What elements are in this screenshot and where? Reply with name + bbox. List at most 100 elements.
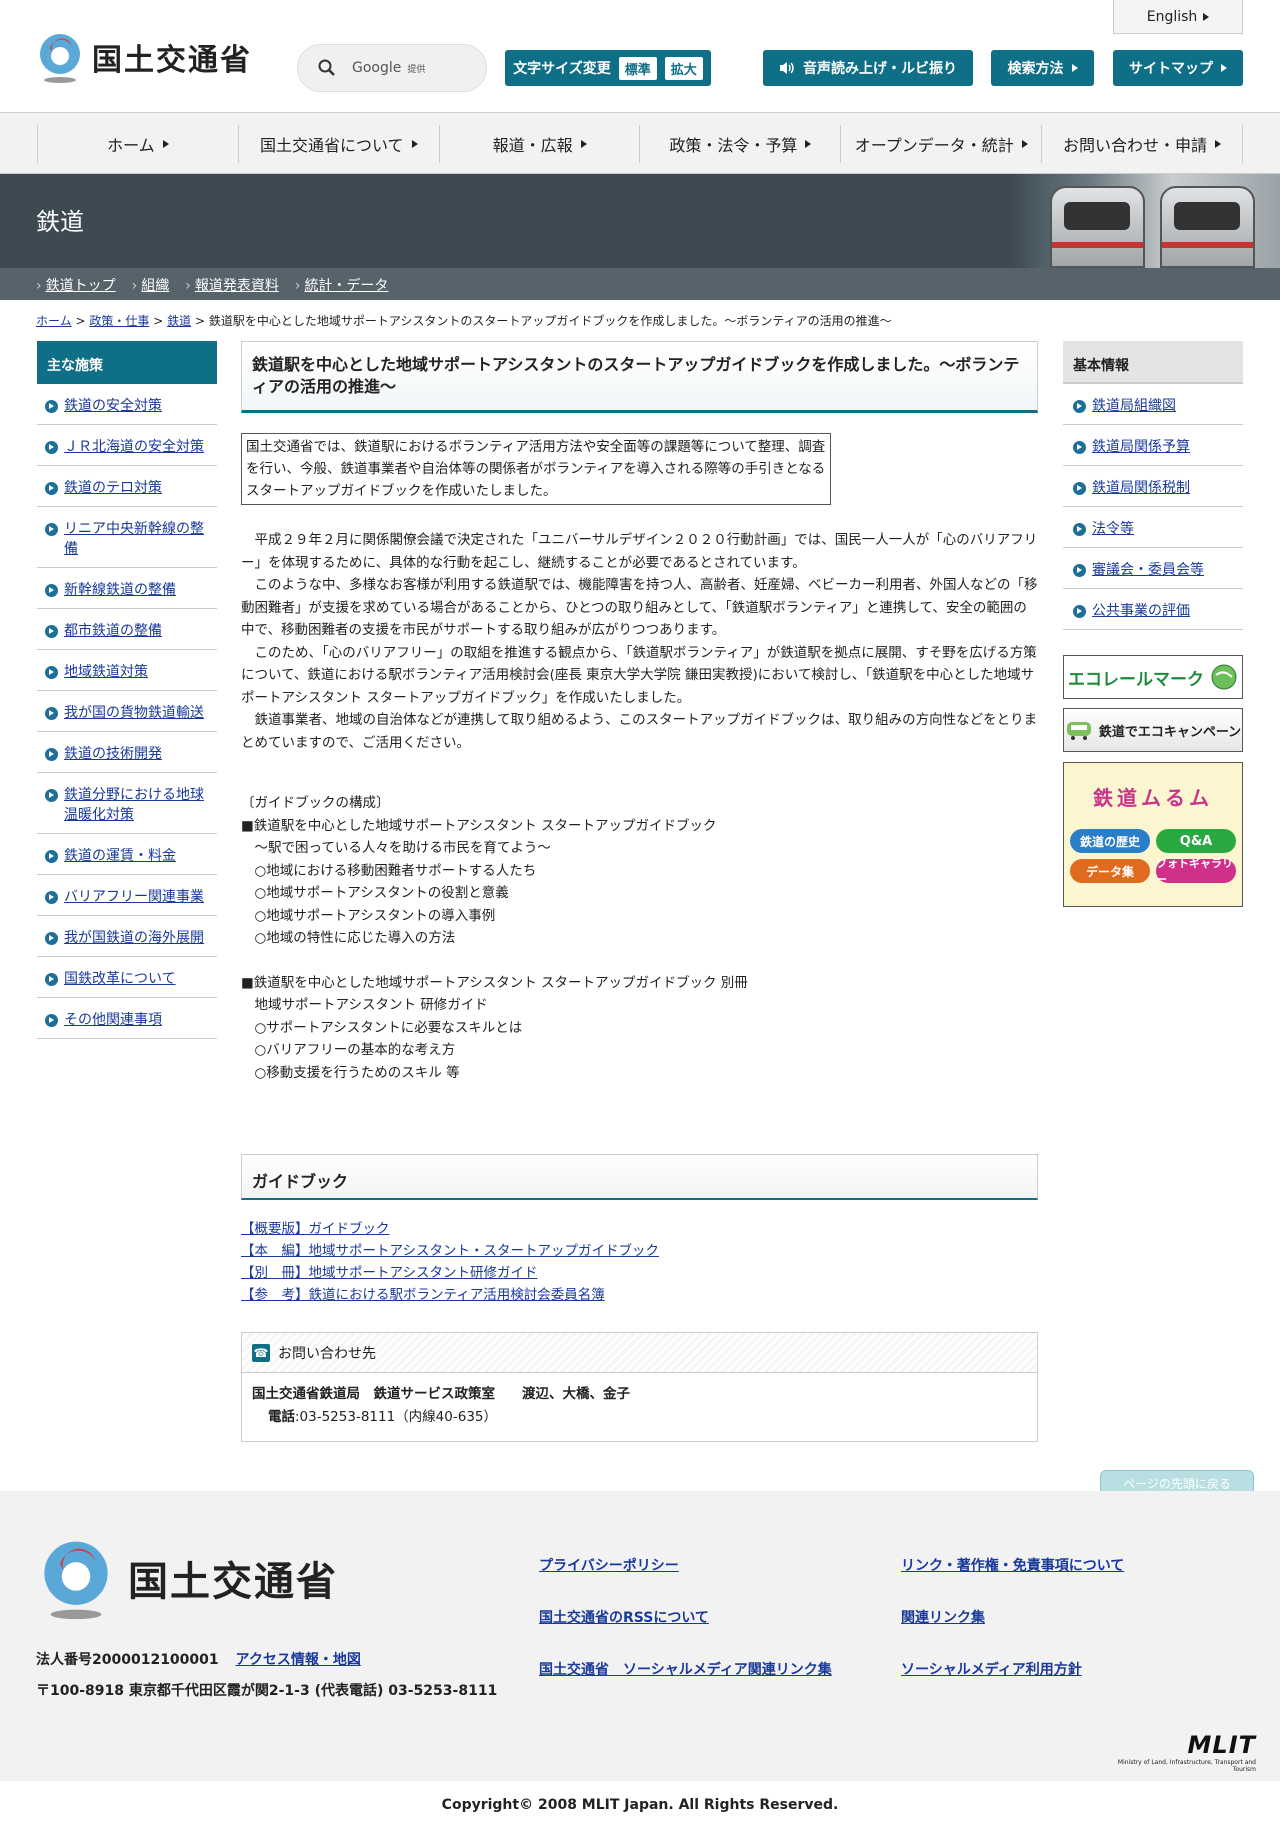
left-nav-link[interactable]: その他関連事項 bbox=[64, 1010, 162, 1030]
guidebook-link[interactable]: 【本 編】地域サポートアシスタント・スタートアップガイドブック bbox=[241, 1240, 1038, 1262]
right-nav-item[interactable]: 審議会・委員会等 bbox=[1063, 548, 1243, 589]
toc-line bbox=[241, 950, 1038, 972]
left-nav-link[interactable]: 新幹線鉄道の整備 bbox=[64, 580, 176, 600]
breadcrumb-home[interactable]: ホーム bbox=[36, 314, 72, 328]
subnav-statistics[interactable]: 統計・データ bbox=[304, 278, 388, 294]
footer-logo[interactable]: 国土交通省 bbox=[38, 1535, 338, 1621]
left-nav-link[interactable]: 鉄道の運賃・料金 bbox=[64, 846, 176, 866]
left-nav-item[interactable]: 鉄道の運賃・料金 bbox=[37, 834, 217, 875]
right-nav-link[interactable]: 法令等 bbox=[1092, 519, 1134, 539]
left-nav-item[interactable]: 地域鉄道対策 bbox=[37, 650, 217, 691]
social-links-link[interactable]: 国土交通省 ソーシャルメディア関連リンク集 bbox=[539, 1662, 832, 1678]
subnav-press[interactable]: 報道発表資料 bbox=[195, 278, 279, 294]
voice-button[interactable]: 音声読み上げ・ルビ振り bbox=[763, 50, 973, 86]
left-nav-link[interactable]: ＪＲ北海道の安全対策 bbox=[64, 437, 204, 457]
search-icon[interactable] bbox=[318, 59, 336, 77]
left-nav-item[interactable]: その他関連事項 bbox=[37, 998, 217, 1039]
toc-line: ○移動支援を行うためのスキル 等 bbox=[241, 1064, 460, 1081]
gnav-about[interactable]: 国土交通省について bbox=[237, 125, 439, 163]
museum-data-button[interactable]: データ集 bbox=[1070, 859, 1150, 883]
gnav-opendata[interactable]: オープンデータ・統計 bbox=[840, 125, 1041, 163]
left-nav-link[interactable]: 鉄道分野における地球温暖化対策 bbox=[64, 785, 209, 825]
right-nav-link[interactable]: 公共事業の評価 bbox=[1092, 601, 1190, 621]
english-button[interactable]: English bbox=[1113, 0, 1243, 34]
left-nav-link[interactable]: リニア中央新幹線の整備 bbox=[64, 519, 209, 559]
right-nav-link[interactable]: 審議会・委員会等 bbox=[1092, 560, 1204, 580]
museum-gallery-button[interactable]: フォトギャラリー bbox=[1156, 857, 1236, 886]
left-nav-link[interactable]: 鉄道のテロ対策 bbox=[64, 478, 162, 498]
eco-campaign-banner[interactable]: 鉄道でエコキャンペーン bbox=[1063, 708, 1243, 752]
gnav-press[interactable]: 報道・広報 bbox=[438, 125, 640, 163]
related-links-link[interactable]: 関連リンク集 bbox=[901, 1610, 985, 1626]
left-nav-link[interactable]: 鉄道の技術開発 bbox=[64, 744, 162, 764]
left-nav-link[interactable]: 我が国の貨物鉄道輸送 bbox=[64, 703, 204, 723]
right-nav-link[interactable]: 鉄道局組織図 bbox=[1092, 396, 1176, 416]
social-policy-link[interactable]: ソーシャルメディア利用方針 bbox=[901, 1662, 1082, 1678]
left-nav-item[interactable]: 鉄道の技術開発 bbox=[37, 732, 217, 773]
right-nav-item[interactable]: 公共事業の評価 bbox=[1063, 589, 1243, 630]
site-logo[interactable]: 国土交通省 bbox=[36, 30, 252, 84]
left-nav-item[interactable]: 鉄道の安全対策 bbox=[37, 384, 217, 425]
font-large-button[interactable]: 拡大 bbox=[664, 56, 703, 80]
copyright-policy-link[interactable]: リンク・著作権・免責事項について bbox=[901, 1558, 1124, 1574]
access-link[interactable]: アクセス情報・地図 bbox=[236, 1652, 361, 1668]
rss-link[interactable]: 国土交通省のRSSについて bbox=[539, 1610, 709, 1626]
contact-tel-label: 電話 bbox=[268, 1409, 295, 1425]
left-nav-link[interactable]: 国鉄改革について bbox=[64, 969, 176, 989]
subnav-organization[interactable]: 組織 bbox=[141, 278, 169, 294]
left-nav-item[interactable]: ＪＲ北海道の安全対策 bbox=[37, 425, 217, 466]
gnav-contact[interactable]: お問い合わせ・申請 bbox=[1041, 125, 1243, 163]
left-nav-item[interactable]: 国鉄改革について bbox=[37, 957, 217, 998]
right-nav-item[interactable]: 鉄道局関係税制 bbox=[1063, 466, 1243, 507]
mlit-logo-icon bbox=[40, 34, 80, 83]
right-nav-item[interactable]: 鉄道局組織図 bbox=[1063, 384, 1243, 425]
museum-history-button[interactable]: 鉄道の歴史 bbox=[1070, 829, 1150, 853]
subnav-rail-top[interactable]: 鉄道トップ bbox=[46, 278, 116, 294]
museum-qa-button[interactable]: Q&A bbox=[1156, 829, 1236, 853]
left-nav-link[interactable]: 都市鉄道の整備 bbox=[64, 621, 162, 641]
left-nav-item[interactable]: バリアフリー関連事業 bbox=[37, 875, 217, 916]
guidebook-link[interactable]: 【概要版】ガイドブック bbox=[241, 1218, 1038, 1240]
breadcrumb-rail[interactable]: 鉄道 bbox=[167, 314, 191, 328]
toc-line: ～駅で困っている人々を助ける市民を育てよう～ bbox=[241, 840, 551, 856]
left-nav-heading: 主な施策 bbox=[37, 341, 217, 384]
search-method-button[interactable]: 検索方法 bbox=[991, 50, 1094, 86]
museum-banner[interactable]: 鉄道ムるム 鉄道の歴史 Q&A データ集 フォトギャラリー bbox=[1063, 762, 1243, 907]
font-standard-button[interactable]: 標準 bbox=[618, 56, 657, 80]
right-nav-item[interactable]: 鉄道局関係予算 bbox=[1063, 425, 1243, 466]
left-nav-item[interactable]: 我が国の貨物鉄道輸送 bbox=[37, 691, 217, 732]
footer-corp-info: 法人番号2000012100001 アクセス情報・地図 bbox=[36, 1649, 361, 1669]
right-nav-link[interactable]: 鉄道局関係税制 bbox=[1092, 478, 1190, 498]
left-nav-item[interactable]: 鉄道のテロ対策 bbox=[37, 466, 217, 507]
right-nav-link[interactable]: 鉄道局関係予算 bbox=[1092, 437, 1190, 457]
gnav-label: オープンデータ・統計 bbox=[854, 136, 1014, 155]
privacy-link[interactable]: プライバシーポリシー bbox=[539, 1558, 679, 1574]
sitemap-button[interactable]: サイトマップ bbox=[1113, 50, 1243, 86]
breadcrumb-policy[interactable]: 政策・仕事 bbox=[89, 314, 149, 328]
left-nav-link[interactable]: バリアフリー関連事業 bbox=[64, 887, 204, 907]
left-nav-link[interactable]: 地域鉄道対策 bbox=[64, 662, 148, 682]
circle-arrow-icon bbox=[45, 707, 58, 720]
eco-rail-banner[interactable]: エコレールマーク bbox=[1063, 655, 1243, 699]
left-nav-item[interactable]: 新幹線鉄道の整備 bbox=[37, 568, 217, 609]
triangle-right-icon bbox=[162, 140, 169, 148]
footer-address: 〒100-8918 東京都千代田区霞が関2-1-3 (代表電話) 03-5253… bbox=[36, 1683, 498, 1699]
left-nav-item[interactable]: リニア中央新幹線の整備 bbox=[37, 507, 217, 568]
right-nav-item[interactable]: 法令等 bbox=[1063, 507, 1243, 548]
guidebook-link[interactable]: 【別 冊】地域サポートアシスタント研修ガイド bbox=[241, 1262, 1038, 1284]
circle-arrow-icon bbox=[1073, 523, 1086, 536]
guidebook-link[interactable]: 【参 考】鉄道における駅ボランティア活用検討会委員名簿 bbox=[241, 1284, 1038, 1306]
breadcrumb-current: 鉄道駅を中心とした地域サポートアシスタントのスタートアップガイドブックを作成しま… bbox=[208, 314, 892, 328]
left-nav-item[interactable]: 鉄道分野における地球温暖化対策 bbox=[37, 773, 217, 834]
left-nav-link[interactable]: 鉄道の安全対策 bbox=[64, 396, 162, 416]
left-nav-item[interactable]: 我が国鉄道の海外展開 bbox=[37, 916, 217, 957]
left-nav-link[interactable]: 我が国鉄道の海外展開 bbox=[64, 928, 204, 948]
circle-arrow-icon bbox=[45, 584, 58, 597]
left-nav-item[interactable]: 都市鉄道の整備 bbox=[37, 609, 217, 650]
gnav-home[interactable]: ホーム bbox=[37, 125, 238, 163]
search-box[interactable]: Google 提供 bbox=[297, 44, 487, 92]
page-top-label: ページの先頭に戻る bbox=[1123, 1476, 1231, 1491]
speaker-icon bbox=[780, 62, 794, 74]
gnav-policy[interactable]: 政策・法令・予算 bbox=[639, 125, 840, 163]
breadcrumb-sep: > bbox=[194, 314, 205, 328]
